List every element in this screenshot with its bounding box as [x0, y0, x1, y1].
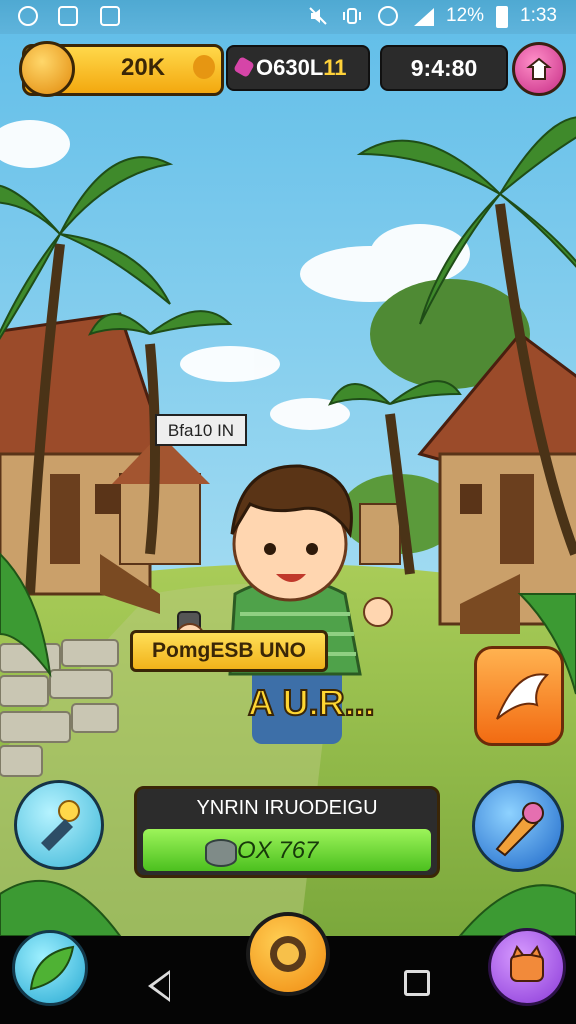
code-prefix: O630L	[256, 55, 324, 80]
share-button[interactable]	[474, 646, 564, 746]
resource-bar[interactable]: OX 767	[143, 829, 431, 871]
panel-title: YNRIN IRUODEIGU	[196, 797, 378, 819]
vibrate-icon	[342, 6, 362, 26]
pig-button[interactable]	[488, 928, 566, 1006]
back-icon-inner	[153, 974, 169, 998]
coin-icon	[19, 41, 75, 97]
status-bar: 12% 1:33	[0, 0, 576, 34]
coin-add-icon[interactable]	[193, 55, 215, 79]
coin-value: 20K	[121, 54, 166, 81]
gallery-icon	[18, 6, 38, 26]
tool-button[interactable]	[472, 780, 564, 872]
idea-button[interactable]	[14, 780, 104, 870]
code-value: O630L11	[256, 55, 347, 81]
battery-percent: 12%	[446, 5, 485, 26]
mute-icon	[308, 6, 328, 26]
auto-label: A U.R...	[247, 681, 376, 724]
coin-stack-icon	[205, 839, 237, 867]
clock: 1:33	[520, 5, 557, 26]
resource-value: OX 767	[237, 837, 319, 864]
coin-counter: 20K	[19, 41, 224, 97]
gem-icon	[233, 56, 255, 78]
data-saver-icon	[378, 6, 398, 26]
code-suffix: 11	[323, 55, 347, 80]
timer-display: 9:4:80	[380, 45, 508, 91]
signal-icon	[412, 6, 434, 26]
home-button[interactable]	[246, 912, 330, 996]
action-banner: PomgESB UNO	[130, 630, 328, 672]
chart-icon	[58, 6, 78, 26]
recent-apps-icon[interactable]	[404, 970, 430, 996]
settings-button[interactable]	[512, 42, 566, 96]
code-display: O630L11	[226, 45, 370, 91]
leaf-button[interactable]	[12, 930, 88, 1006]
battery-icon	[496, 6, 508, 28]
timer-value: 9:4:80	[410, 55, 478, 81]
calendar-icon	[100, 6, 120, 26]
resource-panel: YNRIN IRUODEIGU OX 767	[134, 786, 440, 878]
shop-sign: Bfa10 IN	[155, 414, 247, 446]
